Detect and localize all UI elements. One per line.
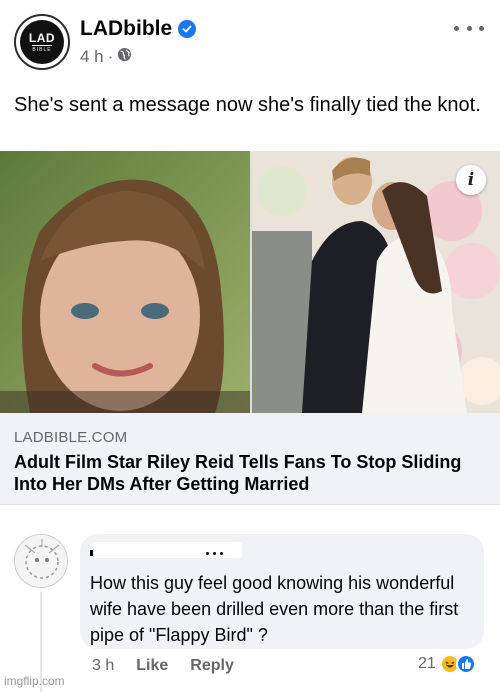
page-avatar[interactable]: LAD BIBLE [14,14,70,70]
reaction-count: 21 [418,655,436,672]
wedding-photo: i [252,151,500,413]
logo-text-bible: BIBLE [32,44,52,53]
post-image[interactable]: i [0,151,500,413]
logo-text-lad: LAD [28,30,56,45]
verified-badge-icon [178,20,197,38]
link-preview[interactable]: LADBIBLE.COM Adult Film Star Riley Reid … [0,413,500,505]
meta-separator: · [107,47,114,66]
comment-actions: 3 h Like Reply [92,657,234,675]
like-reaction-icon [455,654,476,674]
like-button[interactable]: Like [136,657,168,675]
page-name[interactable]: LADbible [80,17,172,41]
post-meta: 4 h · [80,47,132,67]
link-title[interactable]: Adult Film Star Riley Reid Tells Fans To… [14,451,489,495]
comment: How this guy feel good knowing his wonde… [0,526,500,692]
watermark: imgflip.com [4,674,65,688]
link-domain: LADBIBLE.COM [14,429,128,446]
ladbible-logo: LAD BIBLE [20,20,64,64]
globe-icon [117,47,132,67]
post-header: LAD BIBLE LADbible 4 h · [0,0,500,80]
post-timestamp[interactable]: 4 h [80,47,104,67]
comment-reactions[interactable]: 21 [418,654,476,674]
redaction-remnant-dots [206,552,226,556]
commenter-avatar[interactable] [14,534,68,588]
redaction-remnant [90,550,93,556]
comment-bubble: How this guy feel good knowing his wonde… [80,534,484,649]
page-name-link[interactable]: LADbible [80,17,197,41]
comment-time[interactable]: 3 h [92,657,114,675]
more-options-icon[interactable] [454,18,484,38]
portrait-photo [0,151,250,413]
post-text: She's sent a message now she's finally t… [14,94,481,116]
comment-text: How this guy feel good knowing his wonde… [90,573,459,645]
reply-button[interactable]: Reply [190,657,234,675]
info-icon[interactable]: i [456,165,486,195]
